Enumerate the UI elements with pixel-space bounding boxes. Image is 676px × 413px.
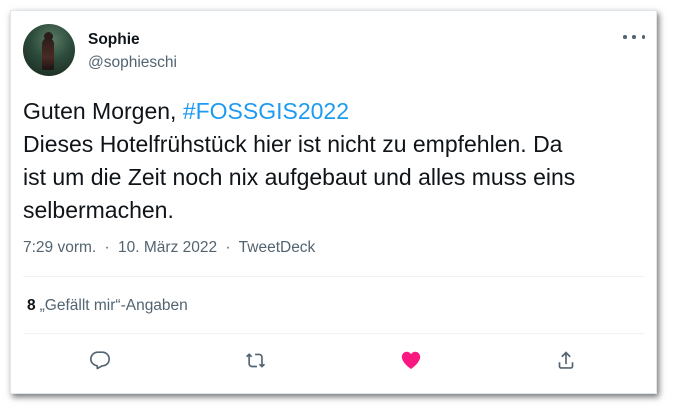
avatar-figure-body: [42, 38, 54, 70]
author-handle[interactable]: @sophieschi: [88, 54, 177, 72]
divider: [23, 276, 645, 277]
divider: [23, 333, 645, 334]
tweet-card: Sophie @sophieschi Guten Morgen, #FOSSGI…: [10, 10, 657, 394]
tweet-greeting: Guten Morgen,: [23, 98, 183, 124]
hashtag-link[interactable]: #FOSSGIS2022: [183, 98, 349, 124]
tweet-line-4: selbermachen.: [23, 197, 174, 223]
tweet-line-3: ist um die Zeit noch nix aufgebaut und a…: [23, 164, 576, 190]
like-count: 8: [27, 297, 36, 314]
share-icon[interactable]: [553, 347, 579, 373]
like-label: „Gefällt mir“-Angaben: [39, 297, 188, 314]
more-options-icon[interactable]: [623, 29, 645, 45]
author-name[interactable]: Sophie: [88, 31, 140, 49]
retweet-icon[interactable]: [243, 347, 269, 373]
tweet-line-2: Dieses Hotelfrühstück hier ist nicht zu …: [23, 131, 563, 157]
likes-stat[interactable]: 8 „Gefällt mir“-Angaben: [27, 297, 188, 315]
avatar[interactable]: [23, 24, 75, 76]
tweet-date[interactable]: 10. März 2022: [118, 239, 217, 256]
tweet-time[interactable]: 7:29 vorm.: [23, 239, 96, 256]
heart-icon[interactable]: [398, 347, 424, 373]
meta-separator: ·: [225, 239, 231, 256]
tweet-line-1: Guten Morgen, #FOSSGIS2022: [23, 95, 643, 128]
tweet-text: Guten Morgen, #FOSSGIS2022 Dieses Hotelf…: [23, 95, 643, 227]
tweet-meta: 7:29 vorm. · 10. März 2022 · TweetDeck: [23, 239, 315, 257]
tweet-source[interactable]: TweetDeck: [239, 239, 316, 256]
reply-icon[interactable]: [87, 347, 113, 373]
meta-separator: ·: [104, 239, 110, 256]
